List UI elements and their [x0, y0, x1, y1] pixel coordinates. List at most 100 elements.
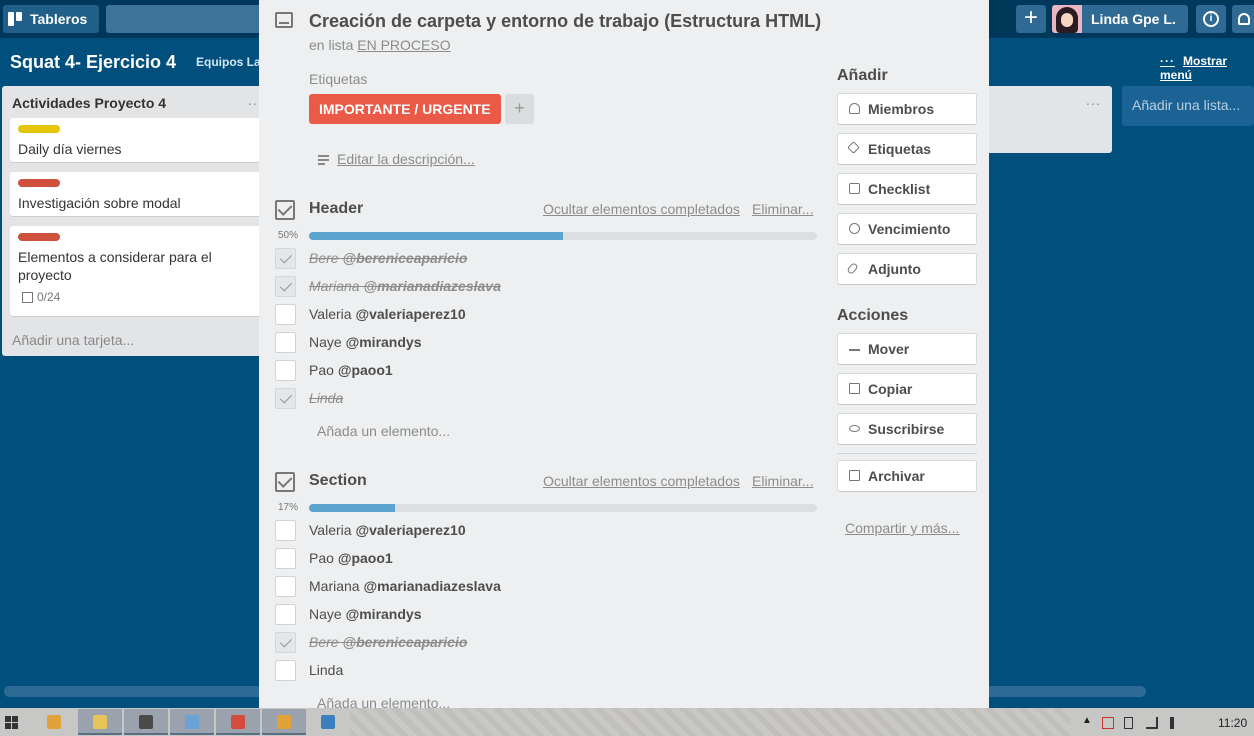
- checklist-item[interactable]: Valeria @valeriaperez10: [275, 304, 795, 326]
- edit-description-link[interactable]: Editar la descripción...: [337, 151, 475, 167]
- taskbar-app[interactable]: [124, 709, 168, 735]
- item-mention: @valeriaperez10: [355, 306, 466, 322]
- taskbar-app[interactable]: [216, 709, 260, 735]
- battery-icon[interactable]: [1124, 717, 1133, 729]
- checklist-item-text[interactable]: Pao @paoo1: [309, 550, 393, 566]
- checklist-item-text[interactable]: Naye @mirandys: [309, 606, 421, 622]
- tray-expand-icon[interactable]: ▲: [1082, 715, 1092, 726]
- taskbar-app[interactable]: [306, 709, 350, 735]
- button-label: Copiar: [868, 381, 913, 397]
- card-detail-title[interactable]: Creación de carpeta y entorno de trabajo…: [309, 11, 821, 32]
- list-title[interactable]: Actividades Proyecto 4: [12, 95, 166, 111]
- add-label-button[interactable]: +: [505, 94, 534, 124]
- checkbox[interactable]: [275, 604, 296, 625]
- suscribirse-button[interactable]: Suscribirse: [837, 413, 977, 445]
- card[interactable]: Daily día viernes: [10, 118, 270, 162]
- checklist-item[interactable]: Bere @bereniceaparicio: [275, 248, 795, 270]
- hide-completed-link[interactable]: Ocultar elementos completados: [543, 201, 740, 217]
- checklist-item-text[interactable]: Bere @bereniceaparicio: [309, 250, 467, 266]
- vencimiento-button[interactable]: Vencimiento: [837, 213, 977, 245]
- checkbox[interactable]: [275, 632, 296, 653]
- add-card-link[interactable]: Añadir una tarjeta...: [12, 332, 134, 348]
- checkbox[interactable]: [275, 388, 296, 409]
- checkbox[interactable]: [275, 248, 296, 269]
- checklist-item[interactable]: Pao @paoo1: [275, 360, 795, 382]
- checkbox[interactable]: [275, 520, 296, 541]
- show-menu-link[interactable]: ··· Mostrar menú: [1160, 54, 1254, 82]
- paint-icon: [185, 715, 199, 729]
- checklist-item[interactable]: Mariana @marianadiazeslava: [275, 276, 795, 298]
- checklist-item-text[interactable]: Bere @bereniceaparicio: [309, 634, 467, 650]
- card[interactable]: Investigación sobre modal: [10, 172, 270, 216]
- checklist-percent: 50%: [278, 230, 299, 241]
- search-input[interactable]: [106, 5, 266, 33]
- taskbar-app[interactable]: [262, 709, 306, 735]
- share-more-link[interactable]: Compartir y más...: [845, 520, 959, 536]
- checkbox[interactable]: [275, 576, 296, 597]
- clock-icon: [849, 223, 860, 234]
- checklist-item-text[interactable]: Mariana @marianadiazeslava: [309, 578, 501, 594]
- boards-button[interactable]: Tableros: [3, 5, 99, 33]
- network-alert-icon[interactable]: [1102, 717, 1114, 729]
- label-important-urgent[interactable]: IMPORTANTE / URGENTE: [309, 94, 501, 124]
- mover-button[interactable]: Mover: [837, 333, 977, 365]
- taskbar-app[interactable]: [32, 709, 76, 735]
- checklist-item-text[interactable]: Pao @paoo1: [309, 362, 393, 378]
- add-item-link[interactable]: Añada un elemento...: [317, 423, 450, 439]
- checkbox[interactable]: [275, 360, 296, 381]
- delete-checklist-link[interactable]: Eliminar...: [752, 473, 813, 489]
- miembros-button[interactable]: Miembros: [837, 93, 977, 125]
- checklist-item-text[interactable]: Valeria @valeriaperez10: [309, 306, 466, 322]
- list-link[interactable]: EN PROCESO: [357, 37, 450, 53]
- checkbox[interactable]: [275, 304, 296, 325]
- item-mention: @marianadiazeslava: [363, 278, 501, 294]
- create-button[interactable]: +: [1016, 5, 1046, 33]
- checklist-item-text[interactable]: Mariana @marianadiazeslava: [309, 278, 501, 294]
- checklist-item[interactable]: Valeria @valeriaperez10: [275, 520, 795, 542]
- checkbox[interactable]: [275, 332, 296, 353]
- add-list-button[interactable]: Añadir una lista...: [1122, 86, 1254, 126]
- adjunto-button[interactable]: Adjunto: [837, 253, 977, 285]
- checklist-item-text[interactable]: Valeria @valeriaperez10: [309, 522, 466, 538]
- checkbox[interactable]: [275, 660, 296, 681]
- etiquetas-button[interactable]: Etiquetas: [837, 133, 977, 165]
- clock[interactable]: 11:20: [1218, 716, 1247, 730]
- checklist-item[interactable]: Linda: [275, 660, 795, 682]
- hide-completed-link[interactable]: Ocultar elementos completados: [543, 473, 740, 489]
- checklist-item[interactable]: Linda: [275, 388, 795, 410]
- notifications-button[interactable]: [1232, 5, 1254, 33]
- description-icon: [318, 155, 329, 165]
- checklist-item[interactable]: Pao @paoo1: [275, 548, 795, 570]
- board-title[interactable]: Squat 4- Ejercicio 4: [10, 52, 176, 73]
- volume-icon[interactable]: [1170, 717, 1182, 729]
- checklist-item-text[interactable]: Linda: [309, 390, 343, 406]
- checklist-item-text[interactable]: Naye @mirandys: [309, 334, 421, 350]
- checkbox[interactable]: [275, 276, 296, 297]
- board-team[interactable]: Equipos La: [196, 55, 261, 69]
- taskbar-app[interactable]: [78, 709, 122, 735]
- folder-icon: [93, 715, 107, 729]
- copiar-button[interactable]: Copiar: [837, 373, 977, 405]
- checklist-title[interactable]: Header: [309, 200, 363, 218]
- windows-start-icon[interactable]: [5, 716, 18, 729]
- checklist-button[interactable]: Checklist: [837, 173, 977, 205]
- card-label: [18, 233, 60, 241]
- add-item-link[interactable]: Añada un elemento...: [317, 695, 450, 708]
- card[interactable]: Elementos a considerar para el proyecto …: [10, 226, 270, 316]
- checkbox[interactable]: [275, 548, 296, 569]
- archive-button[interactable]: Archivar: [837, 460, 977, 492]
- info-button[interactable]: i: [1196, 5, 1226, 33]
- checklist-item[interactable]: Bere @bereniceaparicio: [275, 632, 795, 654]
- checklist-title[interactable]: Section: [309, 472, 367, 490]
- list-menu-icon[interactable]: ...: [1086, 92, 1101, 108]
- delete-checklist-link[interactable]: Eliminar...: [752, 201, 813, 217]
- checklist-item-text[interactable]: Linda: [309, 662, 343, 678]
- item-name: Mariana: [309, 578, 360, 594]
- list-actividades: Actividades Proyecto 4 ... Daily día vie…: [2, 86, 272, 356]
- checklist-item[interactable]: Mariana @marianadiazeslava: [275, 576, 795, 598]
- user-menu-button[interactable]: Linda Gpe L.: [1052, 5, 1188, 33]
- checklist-item[interactable]: Naye @mirandys: [275, 332, 795, 354]
- checklist-item[interactable]: Naye @mirandys: [275, 604, 795, 626]
- taskbar-app[interactable]: [170, 709, 214, 735]
- wifi-icon[interactable]: [1146, 717, 1158, 729]
